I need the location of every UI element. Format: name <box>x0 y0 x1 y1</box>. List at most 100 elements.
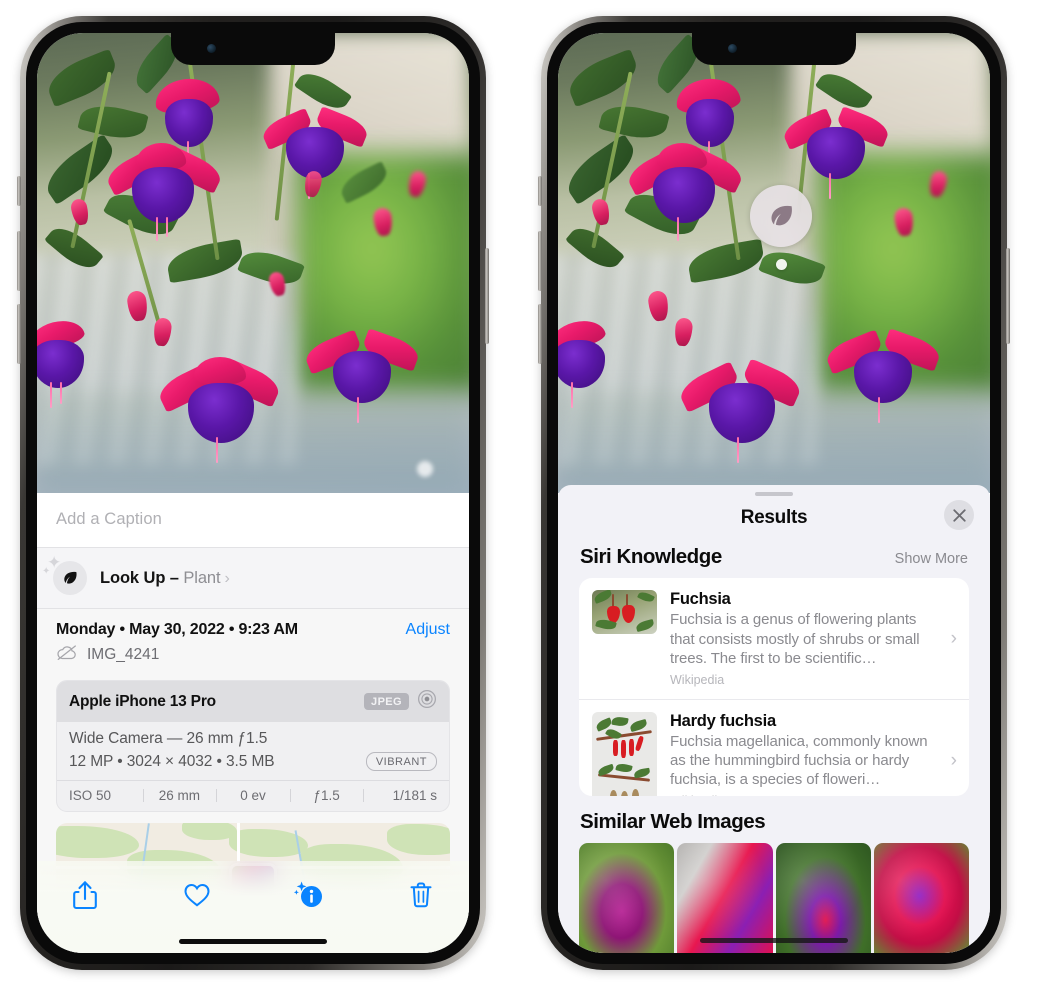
volume-up-button[interactable] <box>538 231 542 291</box>
leaf-icon <box>771 205 792 226</box>
knowledge-result-item[interactable]: Hardy fuchsia Fuchsia magellanica, commo… <box>579 698 969 796</box>
adjust-button[interactable]: Adjust <box>406 621 450 639</box>
similar-web-images-strip[interactable] <box>558 843 990 953</box>
result-title: Fuchsia <box>670 590 731 609</box>
info-sparkles-icon[interactable] <box>287 875 331 915</box>
trash-icon[interactable] <box>399 875 443 915</box>
similar-web-images-header: Similar Web Images <box>558 796 990 843</box>
result-source: Wikipedia <box>670 672 725 687</box>
result-thumbnail <box>592 711 657 796</box>
photo-fuchsia-flower <box>103 142 226 247</box>
photo-bud <box>590 197 612 226</box>
photo-metadata-block: Monday • May 30, 2022 • 9:23 AM Adjust I… <box>37 608 469 669</box>
chevron-right-icon: › <box>950 627 957 649</box>
look-up-subject: Plant <box>183 568 221 587</box>
show-more-button[interactable]: Show More <box>895 551 968 567</box>
side-power-button[interactable] <box>1006 248 1010 344</box>
exif-exposure: 0 ev <box>216 788 290 803</box>
results-sheet: Results Siri Knowledge Show More Fuchsia… <box>558 485 990 953</box>
chevron-right-icon: › <box>950 749 957 771</box>
leaf-icon <box>53 561 87 595</box>
look-up-badge: ✦ ✦ <box>42 554 87 595</box>
volume-down-button[interactable] <box>17 304 21 364</box>
device-notch <box>171 33 335 65</box>
file-format-badge: JPEG <box>364 693 409 710</box>
iphone-right-device: Results Siri Knowledge Show More Fuchsia… <box>538 16 1010 970</box>
look-up-row[interactable]: ✦ ✦ Look Up – Plant › <box>37 547 469 608</box>
siri-knowledge-title: Siri Knowledge <box>580 545 722 569</box>
front-camera-icon <box>207 44 216 53</box>
exif-row: ISO 50 26 mm 0 ev ƒ1.5 1/181 s <box>57 780 449 811</box>
photo-fuchsia-flower <box>301 327 425 427</box>
photo-viewer[interactable] <box>37 33 469 493</box>
camera-resolution-text: 12 MP • 3024 × 4032 • 3.5 MB <box>69 752 275 770</box>
camera-lens-text: Wide Camera — 26 mm ƒ1.5 <box>69 730 268 747</box>
photo-fuchsia-flower <box>624 143 747 247</box>
result-title: Hardy fuchsia <box>670 711 776 730</box>
side-power-button[interactable] <box>485 248 489 344</box>
result-text: Hardy fuchsia Fuchsia magellanica, commo… <box>670 712 957 796</box>
visual-look-up-anchor-dot <box>776 259 787 270</box>
result-thumbnail <box>592 590 657 635</box>
device-bezel: Results Siri Knowledge Show More Fuchsia… <box>547 22 1001 964</box>
look-up-dash: – <box>169 568 179 587</box>
similar-web-images-title: Similar Web Images <box>580 810 766 833</box>
caption-input[interactable]: Add a Caption <box>37 493 469 547</box>
photographic-style-badge: VIBRANT <box>365 752 437 771</box>
sparkle-icon: ✦ <box>42 566 51 577</box>
photo-bokeh <box>417 460 434 477</box>
photo-date-text: Monday • May 30, 2022 • 9:23 AM <box>56 621 298 638</box>
photo-viewer[interactable] <box>558 33 990 493</box>
result-source: Wikipedia <box>670 794 939 796</box>
sheet-header: Results <box>558 496 990 543</box>
front-camera-icon <box>728 44 737 53</box>
web-image-thumbnail[interactable] <box>677 843 773 953</box>
home-indicator[interactable] <box>179 939 327 944</box>
iphone-left-device: Add a Caption ✦ ✦ Look Up – Plant › Mond… <box>17 16 489 970</box>
chevron-right-icon: › <box>224 569 230 587</box>
exif-iso: ISO 50 <box>69 788 112 803</box>
web-image-thumbnail[interactable] <box>873 843 969 953</box>
camera-card-header: Apple iPhone 13 Pro JPEG <box>57 681 449 722</box>
photo-bud <box>69 197 91 226</box>
exif-aperture: ƒ1.5 <box>289 788 364 803</box>
device-bezel: Add a Caption ✦ ✦ Look Up – Plant › Mond… <box>26 22 480 964</box>
exif-shutter-speed: 1/181 s <box>363 788 437 803</box>
close-icon[interactable] <box>944 500 974 531</box>
camera-lens-icon <box>417 689 437 714</box>
photo-leaf <box>77 99 149 145</box>
photo-fuchsia-flower <box>822 327 946 427</box>
sheet-title: Results <box>740 507 808 529</box>
result-text: Fuchsia Fuchsia is a genus of flowering … <box>670 590 957 686</box>
device-notch <box>692 33 856 65</box>
camera-model-text: Apple iPhone 13 Pro <box>69 692 216 710</box>
result-description: Fuchsia is a genus of flowering plants t… <box>670 611 920 667</box>
photo-leaf <box>598 99 670 145</box>
web-image-thumbnail[interactable] <box>579 843 675 953</box>
mute-switch[interactable] <box>17 176 21 206</box>
visual-look-up-badge[interactable] <box>750 185 812 247</box>
result-description: Fuchsia magellanica, commonly known as t… <box>670 732 928 788</box>
look-up-title: Look Up <box>100 568 166 587</box>
volume-down-button[interactable] <box>538 304 542 364</box>
camera-card-body: Wide Camera — 26 mm ƒ1.5 12 MP • 3024 × … <box>57 722 449 780</box>
caption-placeholder-text: Add a Caption <box>56 510 162 528</box>
camera-info-card[interactable]: Apple iPhone 13 Pro JPEG Wide Camera — 2… <box>56 680 450 812</box>
photo-info-sheet: Add a Caption ✦ ✦ Look Up – Plant › Mond… <box>37 493 469 953</box>
photo-filename-text: IMG_4241 <box>87 646 160 663</box>
volume-up-button[interactable] <box>17 231 21 291</box>
heart-icon[interactable] <box>175 875 219 915</box>
home-indicator[interactable] <box>700 938 848 943</box>
photo-fuchsia-flower <box>675 355 809 465</box>
web-image-thumbnail[interactable] <box>775 843 871 953</box>
mute-switch[interactable] <box>538 176 542 206</box>
share-icon[interactable] <box>63 875 107 915</box>
exif-focal-length: 26 mm <box>142 788 217 803</box>
screenshot-canvas: Add a Caption ✦ ✦ Look Up – Plant › Mond… <box>0 0 1055 985</box>
siri-knowledge-header: Siri Knowledge Show More <box>558 543 990 578</box>
photo-fuchsia-flower <box>558 315 637 414</box>
look-up-label: Look Up – Plant › <box>100 569 230 588</box>
knowledge-result-item[interactable]: Fuchsia Fuchsia is a genus of flowering … <box>579 578 969 698</box>
photo-fuchsia-flower <box>37 315 116 414</box>
icloud-slash-icon <box>56 645 78 665</box>
